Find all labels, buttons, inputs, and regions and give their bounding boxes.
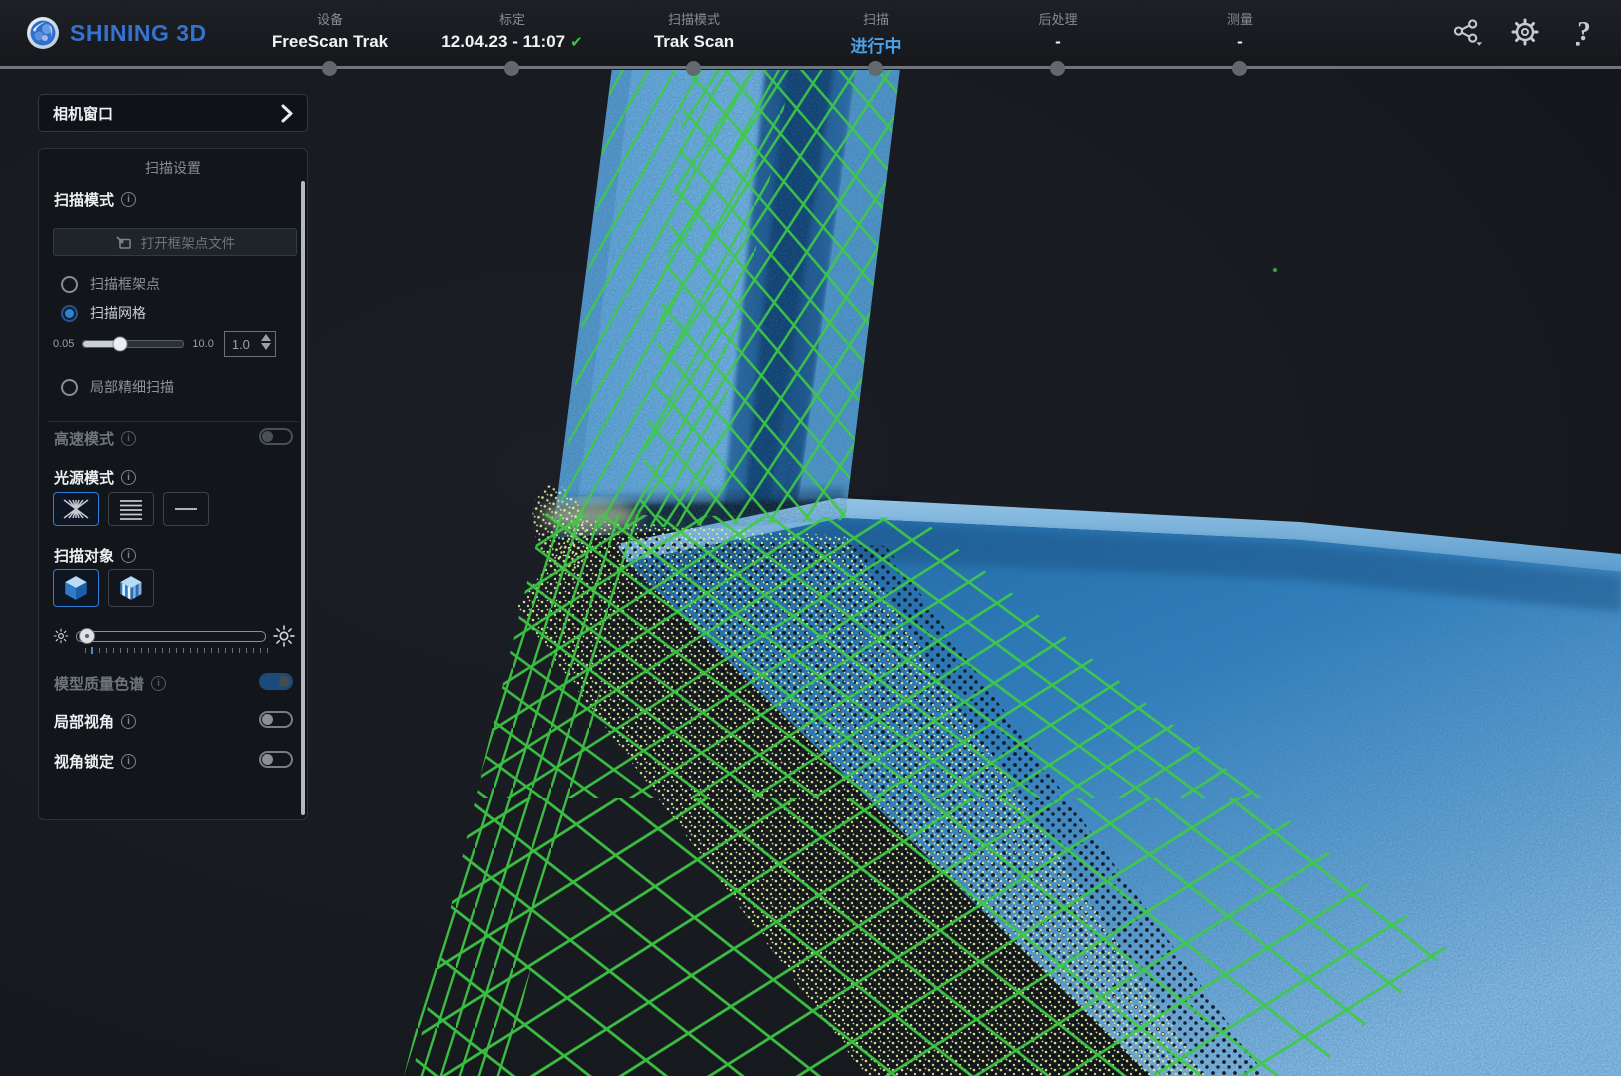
- radio-scan-frame-points[interactable]: 扫描框架点: [61, 274, 160, 294]
- scan-object-general-button[interactable]: [53, 569, 99, 607]
- brightness-active-tick: [91, 647, 93, 654]
- brightness-high-icon: [273, 625, 295, 647]
- step-dot: [686, 61, 701, 76]
- svg-text:?: ?: [1577, 16, 1591, 46]
- step-dot: [868, 61, 883, 76]
- resolution-slider[interactable]: [82, 340, 184, 348]
- radio-circle[interactable]: [61, 276, 78, 293]
- light-mode-single-line-button[interactable]: [163, 492, 209, 526]
- model-quality-toggle[interactable]: [259, 673, 293, 690]
- info-icon[interactable]: i: [121, 431, 136, 446]
- settings-gear-icon[interactable]: [1509, 16, 1541, 48]
- high-speed-label: 高速模式 i: [54, 428, 136, 449]
- resolution-slider-row: 0.05 10.0: [53, 331, 295, 357]
- help-icon[interactable]: ?: [1567, 16, 1599, 48]
- step-dot: [1050, 61, 1065, 76]
- share-icon[interactable]: [1451, 16, 1483, 48]
- chevron-right-icon[interactable]: [281, 104, 293, 123]
- info-icon[interactable]: i: [121, 714, 136, 729]
- camera-window-title: 相机窗口: [53, 103, 113, 124]
- resolution-value-box: [224, 331, 276, 357]
- resolution-max: 10.0: [192, 338, 213, 350]
- shining3d-globe-icon: [26, 16, 60, 50]
- app-logo: SHINING 3D: [26, 16, 207, 50]
- step-measure[interactable]: 测量 -: [1125, 9, 1355, 52]
- radio-circle-selected[interactable]: [61, 305, 78, 322]
- open-frame-file-button[interactable]: 打开框架点文件: [53, 228, 297, 256]
- top-bar: SHINING 3D 设备 FreeScan Trak 标定 12.04.23 …: [0, 0, 1621, 70]
- brightness-slider[interactable]: [76, 631, 266, 642]
- brightness-slider-thumb[interactable]: [79, 628, 95, 644]
- local-view-label: 局部视角 i: [54, 711, 136, 732]
- crosshatch-lines-icon: [61, 498, 91, 520]
- resolution-min: 0.05: [53, 338, 74, 350]
- panel-title: 扫描设置: [39, 149, 307, 178]
- model-quality-label: 模型质量色谱 i: [54, 673, 166, 694]
- camera-window-bar[interactable]: 相机窗口: [38, 94, 308, 132]
- info-icon[interactable]: i: [121, 548, 136, 563]
- radio-scan-mesh[interactable]: 扫描网格: [61, 303, 146, 323]
- light-mode-multiline-button[interactable]: [108, 492, 154, 526]
- spinner-down-button[interactable]: [261, 343, 271, 350]
- light-mode-crosshatch-button[interactable]: [53, 492, 99, 526]
- info-icon[interactable]: i: [151, 676, 166, 691]
- spinner-up-button[interactable]: [261, 334, 271, 341]
- section-divider: [47, 421, 299, 422]
- single-line-icon: [173, 498, 199, 520]
- scan-object-reflective-button[interactable]: [108, 569, 154, 607]
- workflow-progress-line: [0, 66, 1621, 69]
- solid-cube-icon: [62, 574, 90, 602]
- step-dot: [504, 61, 519, 76]
- brightness-low-icon: [53, 628, 69, 644]
- panel-scrollbar[interactable]: [301, 181, 305, 815]
- scan-object-label: 扫描对象 i: [54, 545, 136, 566]
- local-view-toggle[interactable]: [259, 711, 293, 728]
- app-window: SHINING 3D 设备 FreeScan Trak 标定 12.04.23 …: [0, 0, 1621, 1076]
- high-speed-toggle[interactable]: [259, 428, 293, 445]
- striped-cube-icon: [117, 574, 145, 602]
- radio-local-fine-scan[interactable]: 局部精细扫描: [61, 377, 174, 397]
- scan-mode-label: 扫描模式 i: [54, 189, 136, 210]
- resolution-spinner: [261, 334, 271, 350]
- scan-settings-panel: 扫描设置 扫描模式 i 打开框架点文件 扫描框架点 扫描网格 0.05: [38, 148, 308, 820]
- view-lock-toggle[interactable]: [259, 751, 293, 768]
- info-icon[interactable]: i: [121, 192, 136, 207]
- parallel-lines-icon: [118, 498, 144, 520]
- radio-circle[interactable]: [61, 379, 78, 396]
- resolution-value-input[interactable]: [225, 336, 262, 353]
- light-mode-label: 光源模式 i: [54, 467, 136, 488]
- step-dot: [1232, 61, 1247, 76]
- step-dot: [322, 61, 337, 76]
- brightness-tick-marks: [85, 648, 271, 653]
- logo-text: SHINING 3D: [70, 20, 207, 47]
- view-lock-label: 视角锁定 i: [54, 751, 136, 772]
- resolution-slider-thumb[interactable]: [113, 337, 128, 352]
- info-icon[interactable]: i: [121, 470, 136, 485]
- info-icon[interactable]: i: [121, 754, 136, 769]
- open-file-icon: [115, 235, 132, 250]
- brightness-row: [53, 623, 295, 649]
